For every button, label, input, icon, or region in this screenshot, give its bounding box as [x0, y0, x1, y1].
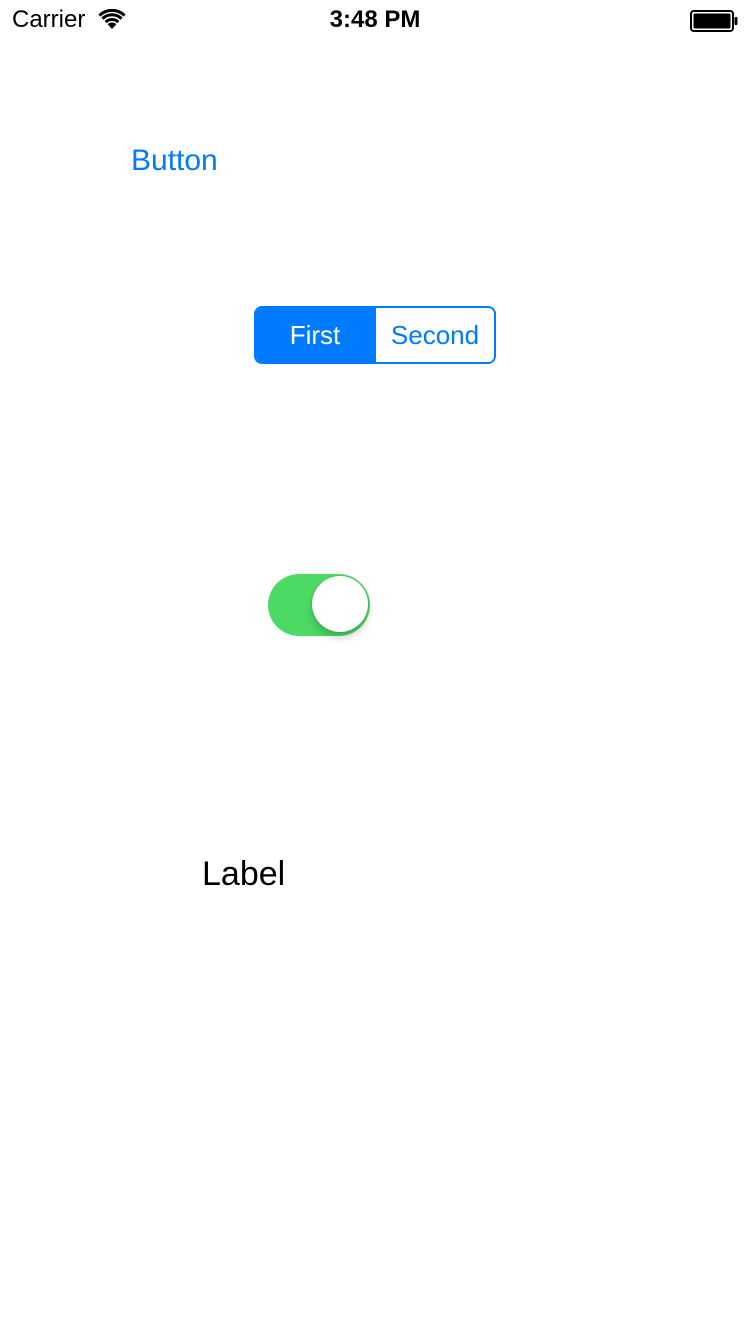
toggle-switch[interactable]: [268, 574, 370, 636]
switch-knob: [312, 576, 368, 632]
battery-icon: [690, 10, 738, 32]
segment-second[interactable]: Second: [374, 308, 494, 362]
segment-first[interactable]: First: [256, 308, 374, 362]
status-time: 3:48 PM: [329, 6, 421, 33]
main-button[interactable]: Button: [131, 142, 218, 180]
status-bar: Carrier 3:48 PM: [0, 0, 750, 40]
text-label: Label: [202, 855, 286, 893]
segmented-control: First Second: [254, 306, 496, 364]
